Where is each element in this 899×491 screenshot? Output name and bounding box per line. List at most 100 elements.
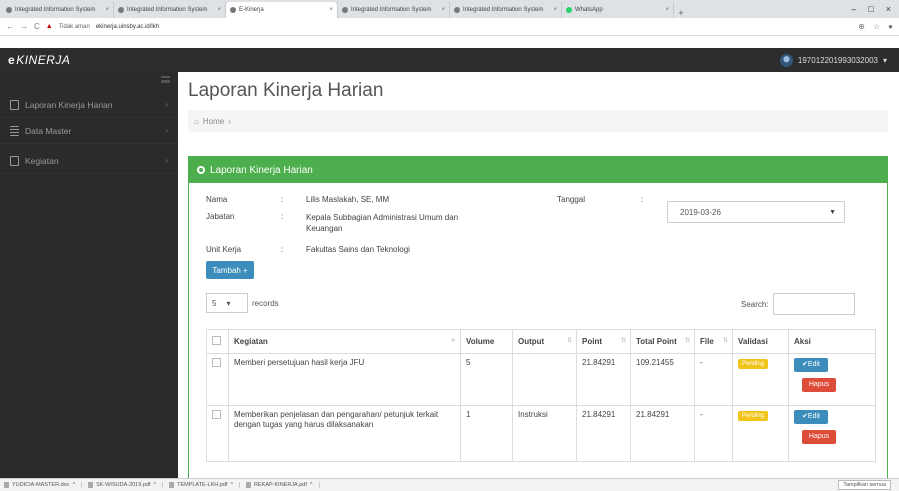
- chevron-up-icon: ^: [230, 482, 234, 488]
- show-all-downloads-button[interactable]: Tampilkan semua: [838, 480, 891, 490]
- select-all-header[interactable]: [206, 329, 229, 354]
- close-icon[interactable]: ×: [665, 7, 669, 13]
- close-icon[interactable]: ×: [329, 7, 333, 13]
- table-header-row: Kegiatan ▲ Volume Output ⇅ Point ⇅ Total Po…: [206, 329, 876, 354]
- cell-total-point: 109.21455: [630, 353, 695, 406]
- cell-aksi: ✔Edit Hapus: [788, 353, 876, 406]
- cell-validasi: Pending: [732, 353, 789, 406]
- edit-button[interactable]: ✔Edit: [794, 410, 828, 424]
- file-icon: [4, 482, 9, 488]
- lkh-table: Kegiatan ▲ Volume Output ⇅ Point ⇅ Total Po…: [206, 329, 876, 462]
- cell-total-point: 21.84291: [630, 405, 695, 462]
- unit-kerja-label: Unit Kerja: [206, 245, 242, 254]
- new-tab-button[interactable]: +: [674, 8, 688, 18]
- minimize-button[interactable]: –: [851, 4, 856, 14]
- address-bar: ← → C ▲ Tidak aman ekinerja.uinsby.ac.id…: [0, 18, 899, 36]
- browser-tab-bar: Integrated Information System × Integrate…: [0, 0, 899, 18]
- close-icon[interactable]: ×: [105, 7, 109, 13]
- url-field[interactable]: ekinerja.uinsby.ac.id/lkh: [96, 24, 159, 30]
- file-icon: [10, 99, 19, 110]
- browser-tab[interactable]: WhatsApp ×: [562, 2, 674, 18]
- browser-tab[interactable]: Integrated Information System ×: [450, 2, 562, 18]
- breadcrumb-separator: ›: [228, 116, 231, 126]
- user-menu[interactable]: 197012201993032003 ▾: [779, 48, 887, 72]
- browser-tab[interactable]: Integrated Information System ×: [338, 2, 450, 18]
- download-item[interactable]: YUDICIA-MASTER.doc ^: [4, 482, 83, 488]
- close-window-button[interactable]: ×: [886, 4, 891, 14]
- tanggal-label: Tanggal: [557, 195, 586, 204]
- column-volume[interactable]: Volume: [460, 329, 513, 354]
- reload-button[interactable]: C: [34, 22, 40, 31]
- browser-tab-active[interactable]: E-Kinerja ×: [226, 2, 338, 18]
- lkh-panel: Laporan Kinerja Harian Nama : Lilis Masl…: [188, 156, 888, 486]
- whatsapp-icon: [566, 7, 572, 13]
- brand-logo[interactable]: e KINERJA: [0, 48, 178, 72]
- extension-icon[interactable]: ●: [888, 22, 893, 31]
- close-icon[interactable]: ×: [441, 7, 445, 13]
- sort-icon: ⇅: [722, 338, 728, 344]
- maximize-button[interactable]: □: [868, 4, 873, 14]
- chevron-down-icon: ▾: [882, 55, 887, 65]
- page-title: Laporan Kinerja Harian: [188, 80, 384, 101]
- hapus-button[interactable]: Hapus: [802, 430, 836, 444]
- column-kegiatan[interactable]: Kegiatan ▲: [228, 329, 461, 354]
- status-badge: Pending: [738, 359, 769, 369]
- column-total-point[interactable]: Total Point ⇅: [630, 329, 695, 354]
- hapus-button[interactable]: Hapus: [802, 378, 836, 392]
- cell-kegiatan: Memberi persetujuan hasil kerja JFU: [228, 353, 461, 406]
- file-icon: [88, 482, 94, 488]
- download-item[interactable]: TEMPLATE-LKH.pdf ^: [169, 482, 241, 488]
- sidebar-item-label: Data Master: [25, 125, 72, 136]
- cell-kegiatan: Memberikan penjelasan dan pengarahan/ pe…: [228, 405, 461, 462]
- cell-volume: 5: [460, 353, 513, 406]
- caret-down-icon: ▼: [829, 208, 836, 216]
- browser-tab[interactable]: Integrated Information System ×: [2, 2, 114, 18]
- browser-tab[interactable]: Integrated Information System ×: [114, 2, 226, 18]
- back-button[interactable]: ←: [6, 22, 14, 31]
- globe-icon: [6, 7, 12, 13]
- checkbox[interactable]: [212, 336, 221, 345]
- tambah-button[interactable]: Tambah +: [206, 261, 254, 279]
- file-icon: [10, 155, 19, 166]
- checkbox[interactable]: [212, 410, 221, 419]
- row-select[interactable]: [206, 405, 229, 462]
- sidebar-item-label: Laporan Kinerja Harian: [25, 99, 113, 110]
- close-icon[interactable]: ×: [553, 7, 557, 13]
- cell-volume: 1: [460, 405, 513, 462]
- forward-button[interactable]: →: [20, 22, 28, 31]
- colon: :: [281, 212, 284, 221]
- column-validasi[interactable]: Validasi: [732, 329, 789, 354]
- edit-button[interactable]: ✔Edit: [794, 358, 828, 372]
- jabatan-value: Kepala Subbagian Administrasi Umum dan K…: [306, 213, 459, 233]
- breadcrumb: ⌂ Home ›: [188, 110, 888, 132]
- search-input[interactable]: [772, 293, 855, 315]
- status-badge: Pending: [738, 411, 769, 421]
- sidebar-item-label: Kegiatan: [25, 155, 59, 166]
- globe-icon: [118, 7, 124, 13]
- search-label: Search:: [741, 299, 769, 309]
- column-point[interactable]: Point ⇅: [576, 329, 631, 354]
- colon: :: [281, 245, 284, 254]
- column-file[interactable]: File ⇅: [694, 329, 733, 354]
- row-select[interactable]: [206, 353, 229, 406]
- close-icon[interactable]: ×: [217, 7, 221, 13]
- records-select[interactable]: 5 ▾: [206, 293, 248, 313]
- zoom-icon[interactable]: ⊕: [858, 22, 865, 31]
- tanggal-select[interactable]: 2019-03-26 ▼: [667, 201, 845, 223]
- nama-label: Nama: [206, 195, 228, 204]
- column-output[interactable]: Output ⇅: [512, 329, 577, 354]
- sidebar-toggle[interactable]: [161, 76, 170, 83]
- sidebar-item-laporan[interactable]: Laporan Kinerja Harian ›: [0, 92, 178, 118]
- table-icon: [10, 125, 19, 136]
- cell-file: -: [694, 353, 733, 406]
- star-icon[interactable]: ☆: [873, 22, 880, 31]
- table-row: Memberikan penjelasan dan pengarahan/ pe…: [206, 405, 876, 462]
- chevron-right-icon: ›: [165, 100, 168, 109]
- security-label[interactable]: Tidak aman: [59, 24, 90, 30]
- sidebar-item-kegiatan[interactable]: Kegiatan ›: [0, 148, 178, 174]
- sidebar-item-data-master[interactable]: Data Master ›: [0, 118, 178, 144]
- checkbox[interactable]: [212, 358, 221, 367]
- download-item[interactable]: REKAP-KINERJA.pdf ^: [246, 482, 320, 488]
- download-item[interactable]: SK-WISUDA-2019.pdf ^: [88, 482, 164, 488]
- breadcrumb-home[interactable]: Home: [203, 117, 224, 126]
